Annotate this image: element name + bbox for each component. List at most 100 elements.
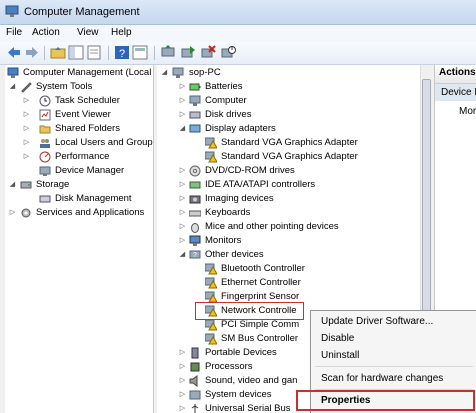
expand-arrow-icon[interactable]: ▷ (179, 363, 186, 370)
expand-arrow-icon[interactable]: ▷ (179, 195, 186, 202)
title-bar: Computer Management (0, 0, 476, 25)
expand-arrow-icon[interactable]: ▷ (179, 237, 186, 244)
warning-icon (205, 137, 217, 149)
folder-icon (39, 125, 51, 134)
expand-arrow-icon[interactable]: ▷ (179, 167, 186, 174)
device-label: DVD/CD-ROM drives (205, 165, 295, 176)
view-icon[interactable] (132, 45, 148, 60)
device-label: Standard VGA Graphics Adapter (221, 151, 358, 162)
actions-section-device-manager[interactable]: Device M (435, 84, 476, 101)
menu-item-update-driver[interactable]: Update Driver Software... (321, 316, 433, 327)
device-label: Portable Devices (205, 347, 277, 358)
battery-icon (189, 83, 201, 91)
unknown-device-icon: ? (189, 250, 201, 259)
expand-arrow-icon[interactable]: ▷ (23, 139, 30, 146)
expand-arrow-icon[interactable]: ▷ (23, 153, 30, 160)
window-title: Computer Management (24, 6, 140, 18)
performance-icon (39, 151, 51, 163)
speaker-icon (189, 375, 198, 387)
device-label: SM Bus Controller (221, 333, 299, 344)
device-label: Keyboards (205, 207, 251, 218)
device-label: Bluetooth Controller (221, 263, 305, 274)
device-label: System devices (205, 389, 272, 400)
console-tree: Computer Management (Local ◢ System Tool… (5, 65, 154, 413)
device-label: Monitors (205, 235, 242, 246)
tree-item-label: Event Viewer (55, 109, 111, 120)
up-folder-icon[interactable] (50, 45, 66, 60)
tree-item-label: Disk Management (55, 193, 132, 204)
expand-arrow-icon[interactable]: ▷ (23, 111, 30, 118)
device-label: Standard VGA Graphics Adapter (221, 137, 358, 148)
computer-management-window: Computer Management File Action View Hel… (0, 0, 476, 413)
device-label: Processors (205, 361, 253, 372)
warning-icon (205, 277, 217, 289)
menu-view[interactable]: View (77, 27, 99, 38)
users-icon (40, 139, 50, 148)
expand-arrow-icon[interactable]: ▷ (179, 223, 186, 230)
device-label: Disk drives (205, 109, 252, 120)
warning-icon (205, 151, 217, 163)
menu-separator (315, 366, 473, 367)
system-device-icon (189, 390, 201, 400)
menu-item-uninstall[interactable]: Uninstall (321, 350, 359, 361)
scan-hardware-icon[interactable] (160, 45, 176, 60)
menu-item-disable[interactable]: Disable (321, 333, 354, 344)
collapse-arrow-icon[interactable]: ◢ (9, 83, 16, 90)
help-icon[interactable]: ? (114, 45, 130, 60)
expand-arrow-icon[interactable]: ▷ (179, 349, 186, 356)
collapse-arrow-icon[interactable]: ◢ (9, 181, 16, 188)
tree-item-label: Local Users and Groups (55, 137, 154, 148)
expand-arrow-icon[interactable]: ▷ (179, 111, 186, 118)
menu-help[interactable]: Help (111, 27, 132, 38)
computer-management-icon (7, 67, 19, 78)
expand-arrow-icon[interactable]: ▷ (179, 391, 186, 398)
disk-drive-icon (189, 111, 201, 119)
computer-management-icon (5, 5, 19, 17)
update-driver-icon[interactable] (180, 45, 196, 60)
expand-arrow-icon[interactable]: ▷ (179, 83, 186, 90)
display-adapter-icon (189, 124, 201, 133)
menu-action[interactable]: Action (32, 27, 60, 38)
collapse-arrow-icon[interactable]: ◢ (179, 125, 186, 132)
processor-icon (190, 362, 200, 372)
device-label: Sound, video and gan (205, 375, 298, 386)
services-icon (21, 208, 31, 218)
expand-arrow-icon[interactable]: ▷ (9, 209, 16, 216)
expand-arrow-icon[interactable]: ▷ (23, 125, 30, 132)
device-label: IDE ATA/ATAPI controllers (205, 179, 316, 190)
menu-bar: File Action View Help (0, 25, 476, 42)
show-hide-tree-icon[interactable] (68, 45, 84, 60)
device-label: Network Controlle (221, 305, 297, 316)
device-manager-icon (39, 166, 51, 176)
expand-arrow-icon[interactable]: ▷ (179, 377, 186, 384)
device-label: Computer (205, 95, 247, 106)
disk-icon (39, 195, 51, 203)
expand-arrow-icon[interactable]: ▷ (179, 405, 186, 412)
device-label: Mice and other pointing devices (205, 221, 339, 232)
tree-item-label: Services and Applications (36, 207, 145, 218)
warning-icon (205, 263, 217, 275)
expand-arrow-icon[interactable]: ▷ (23, 97, 30, 104)
disable-device-icon[interactable] (220, 45, 236, 60)
menu-file[interactable]: File (6, 27, 22, 38)
back-arrow-icon[interactable] (6, 45, 22, 60)
svg-text:?: ? (193, 252, 197, 259)
collapse-arrow-icon[interactable]: ◢ (179, 251, 186, 258)
expand-arrow-icon[interactable]: ▷ (179, 209, 186, 216)
expand-arrow-icon[interactable]: ▷ (179, 181, 186, 188)
expand-arrow-icon[interactable]: ▷ (179, 97, 186, 104)
collapse-arrow-icon[interactable]: ◢ (161, 69, 168, 76)
forward-arrow-icon[interactable] (24, 45, 40, 60)
portable-device-icon (191, 347, 199, 359)
menu-item-scan-hardware[interactable]: Scan for hardware changes (321, 373, 443, 384)
uninstall-icon[interactable] (200, 45, 216, 60)
device-label: Universal Serial Bus (205, 403, 291, 413)
actions-header: Actions (435, 67, 476, 84)
properties-icon[interactable] (86, 45, 102, 60)
more-actions-link[interactable]: Mor (459, 106, 476, 117)
tree-item-label: Performance (55, 151, 110, 162)
toolbar: ? (0, 42, 476, 65)
device-label: Imaging devices (205, 193, 274, 204)
dvd-icon (189, 165, 201, 177)
tools-icon (21, 82, 32, 93)
